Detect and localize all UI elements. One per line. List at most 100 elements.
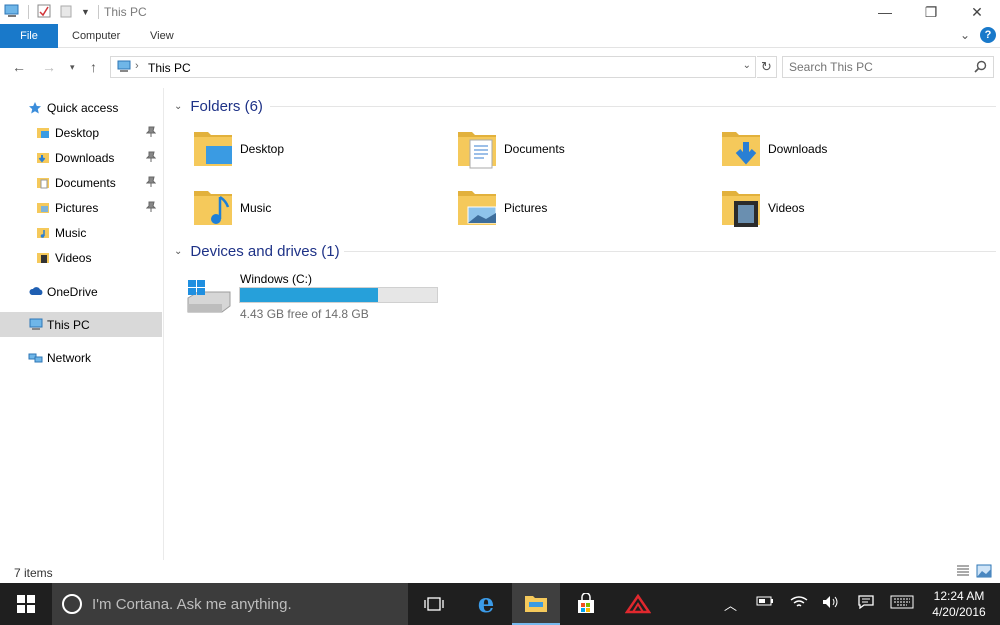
touch-keyboard-icon[interactable] — [890, 595, 914, 612]
nav-item-documents[interactable]: Documents — [0, 170, 162, 195]
help-icon[interactable]: ? — [980, 27, 996, 43]
downloads-folder-icon — [720, 126, 764, 173]
edge-browser-button[interactable]: e — [462, 583, 510, 625]
wifi-icon[interactable] — [790, 595, 808, 612]
nav-label: This PC — [47, 317, 90, 332]
folder-tile-desktop[interactable]: Desktop — [192, 125, 284, 173]
up-arrow-icon[interactable]: ↑ — [90, 59, 97, 75]
nav-label: OneDrive — [47, 284, 98, 299]
address-row: ← → ▾ ↑ › This PC ⌄ ↻ — [0, 52, 1000, 82]
refresh-button[interactable]: ↻ — [757, 56, 777, 78]
system-clock[interactable]: 12:24 AM 4/20/2016 — [926, 588, 992, 620]
folder-tile-documents[interactable]: Documents — [456, 125, 565, 173]
edge-icon: e — [477, 589, 495, 619]
toolbar-separator — [28, 5, 29, 19]
forward-arrow-icon[interactable]: → — [42, 59, 56, 75]
nav-item-videos[interactable]: Videos — [0, 245, 162, 270]
pinned-app-button[interactable] — [614, 583, 662, 625]
navigation-pane: Quick access Desktop Downloads Documents… — [0, 88, 164, 560]
nav-item-music[interactable]: Music — [0, 220, 162, 245]
nav-item-desktop[interactable]: Desktop — [0, 120, 162, 145]
pin-icon[interactable] — [145, 126, 157, 141]
content-pane: ⌄ Folders (6) Desktop Documents Download… — [166, 88, 1000, 560]
expand-ribbon-chevron-icon[interactable]: ⌄ — [960, 28, 970, 42]
nav-onedrive[interactable]: OneDrive — [0, 279, 162, 304]
pictures-folder-icon — [36, 201, 50, 215]
collapse-chevron-icon[interactable]: ⌄ — [174, 246, 182, 257]
search-icon[interactable] — [974, 60, 987, 76]
address-bar[interactable]: › This PC ⌄ — [110, 56, 756, 78]
nav-this-pc[interactable]: This PC — [0, 312, 162, 337]
ribbon-tabs: File Computer View ⌄ ? — [0, 24, 1000, 48]
folder-tile-downloads[interactable]: Downloads — [720, 125, 827, 173]
drive-name: Windows (C:) — [240, 272, 313, 286]
folder-tile-music[interactable]: Music — [192, 184, 271, 232]
search-input[interactable] — [789, 57, 969, 77]
battery-icon[interactable] — [756, 595, 774, 610]
tab-file[interactable]: File — [0, 24, 58, 48]
close-button[interactable]: ✕ — [954, 0, 1000, 24]
nav-label: Desktop — [55, 125, 100, 140]
taskbar: I'm Cortana. Ask me anything. e ︿ 12:24 … — [0, 583, 1000, 625]
volume-icon[interactable] — [822, 595, 840, 612]
recent-locations-chevron-icon[interactable]: ▾ — [70, 62, 75, 73]
app-icon[interactable] — [4, 4, 20, 21]
pin-icon[interactable] — [145, 151, 157, 166]
address-dropdown-chevron-icon[interactable]: ⌄ — [743, 60, 751, 71]
customize-toolbar-chevron-icon[interactable]: ▼ — [81, 7, 90, 17]
new-folder-icon[interactable] — [59, 4, 73, 21]
desktop-folder-icon — [192, 126, 236, 173]
breadcrumb-this-pc[interactable]: This PC — [148, 61, 191, 75]
action-center-icon[interactable] — [858, 595, 874, 612]
restore-button[interactable]: ❐ — [908, 0, 954, 24]
breadcrumb-chevron-icon[interactable]: › — [135, 60, 139, 72]
pin-icon[interactable] — [145, 201, 157, 216]
file-explorer-button[interactable] — [512, 583, 560, 625]
file-explorer-icon — [525, 596, 547, 612]
tab-view[interactable]: View — [136, 24, 188, 48]
folder-label: Documents — [504, 142, 565, 156]
nav-label: Pictures — [55, 200, 99, 215]
search-box[interactable] — [782, 56, 994, 78]
nav-item-pictures[interactable]: Pictures — [0, 195, 162, 220]
drive-free-space: 4.43 GB free of 14.8 GB — [240, 307, 369, 321]
cortana-placeholder: I'm Cortana. Ask me anything. — [92, 596, 292, 613]
folder-tile-pictures[interactable]: Pictures — [456, 184, 547, 232]
tab-computer[interactable]: Computer — [58, 24, 134, 48]
details-view-icon[interactable] — [956, 564, 970, 581]
folder-tile-videos[interactable]: Videos — [720, 184, 804, 232]
clock-date: 4/20/2016 — [932, 605, 986, 619]
drives-group-header[interactable]: ⌄ Devices and drives (1) — [174, 241, 340, 261]
nav-item-downloads[interactable]: Downloads — [0, 145, 162, 170]
drive-usage-fill — [240, 288, 378, 302]
collapse-chevron-icon[interactable]: ⌄ — [174, 101, 182, 112]
cortana-search-box[interactable]: I'm Cortana. Ask me anything. — [52, 583, 408, 625]
documents-folder-icon — [36, 176, 50, 190]
title-bar: ▼ This PC — ❐ ✕ — [0, 0, 1000, 24]
minimize-button[interactable]: — — [862, 0, 908, 24]
item-count: 7 items — [14, 566, 53, 580]
show-hidden-icons-chevron-icon[interactable]: ︿ — [724, 595, 737, 614]
nav-quick-access[interactable]: Quick access — [0, 95, 162, 120]
nav-label: Music — [55, 225, 87, 240]
pin-icon[interactable] — [145, 176, 157, 191]
documents-folder-icon — [456, 126, 500, 173]
start-button[interactable] — [0, 583, 52, 625]
drive-usage-bar — [239, 287, 438, 303]
this-pc-icon — [28, 318, 43, 332]
group-title: Folders (6) — [190, 97, 263, 115]
folders-group-header[interactable]: ⌄ Folders (6) — [174, 96, 263, 116]
store-bag-icon — [578, 593, 594, 613]
clock-time: 12:24 AM — [933, 589, 985, 603]
music-folder-icon — [192, 185, 236, 232]
nav-network[interactable]: Network — [0, 345, 162, 370]
nav-label: Quick access — [47, 100, 119, 115]
back-arrow-icon[interactable]: ← — [12, 59, 26, 75]
drive-tile-windows-c[interactable]: Windows (C:) 4.43 GB free of 14.8 GB — [186, 270, 466, 321]
folder-label: Downloads — [768, 142, 828, 156]
large-icons-view-icon[interactable] — [976, 564, 992, 581]
store-button[interactable] — [562, 583, 610, 625]
properties-icon[interactable] — [37, 4, 51, 21]
task-view-icon — [424, 597, 444, 611]
task-view-button[interactable] — [410, 583, 458, 625]
